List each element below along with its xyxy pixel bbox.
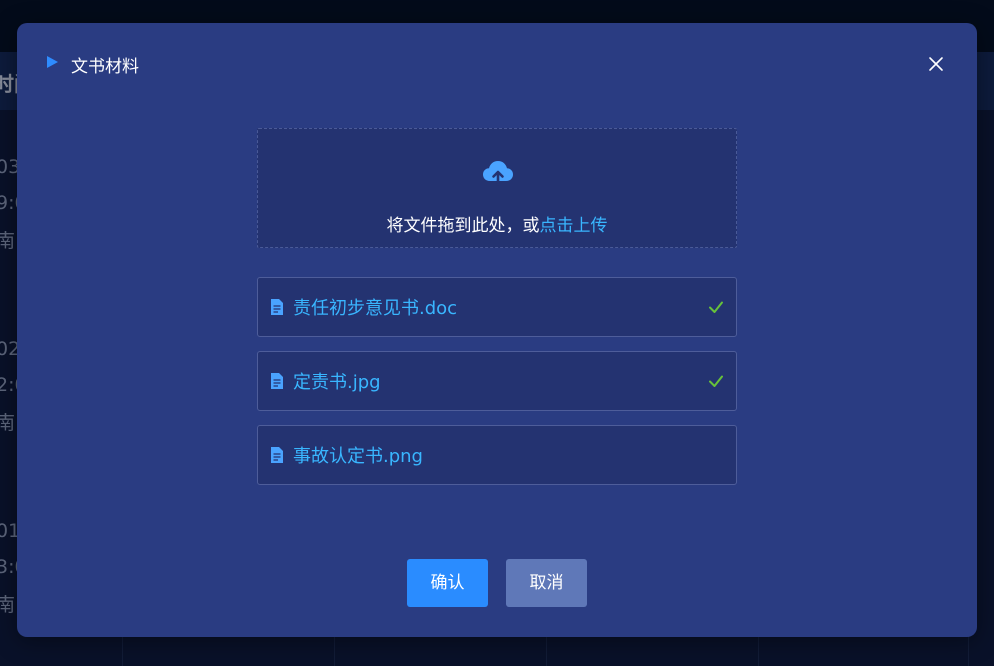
document-icon [271, 299, 283, 315]
check-icon [709, 375, 723, 387]
document-icon [271, 447, 283, 463]
check-icon [709, 301, 723, 313]
file-list-item[interactable]: 事故认定书.png [257, 425, 737, 485]
document-materials-dialog: 文书材料 将文件拖到此处，或点击上传 责任初步意见书.doc 定责书.jpg 事… [17, 23, 977, 637]
title-arrow-icon [47, 56, 58, 68]
document-icon [271, 373, 283, 389]
file-list-item[interactable]: 定责书.jpg [257, 351, 737, 411]
click-upload-link[interactable]: 点击上传 [540, 216, 608, 236]
dialog-header: 文书材料 [17, 23, 977, 107]
upload-hint: 将文件拖到此处，或点击上传 [258, 211, 736, 236]
cloud-upload-icon [483, 161, 513, 186]
dialog-title: 文书材料 [71, 57, 139, 77]
confirm-button[interactable]: 确认 [407, 559, 488, 607]
cancel-button[interactable]: 取消 [506, 559, 587, 607]
file-name[interactable]: 事故认定书.png [293, 442, 423, 468]
upload-hint-text: 将文件拖到此处，或 [386, 216, 540, 236]
file-list-item[interactable]: 责任初步意见书.doc [257, 277, 737, 337]
upload-dropzone[interactable]: 将文件拖到此处，或点击上传 [257, 128, 737, 248]
close-icon[interactable] [927, 55, 945, 73]
file-name[interactable]: 定责书.jpg [293, 368, 381, 394]
file-name[interactable]: 责任初步意见书.doc [293, 294, 457, 320]
